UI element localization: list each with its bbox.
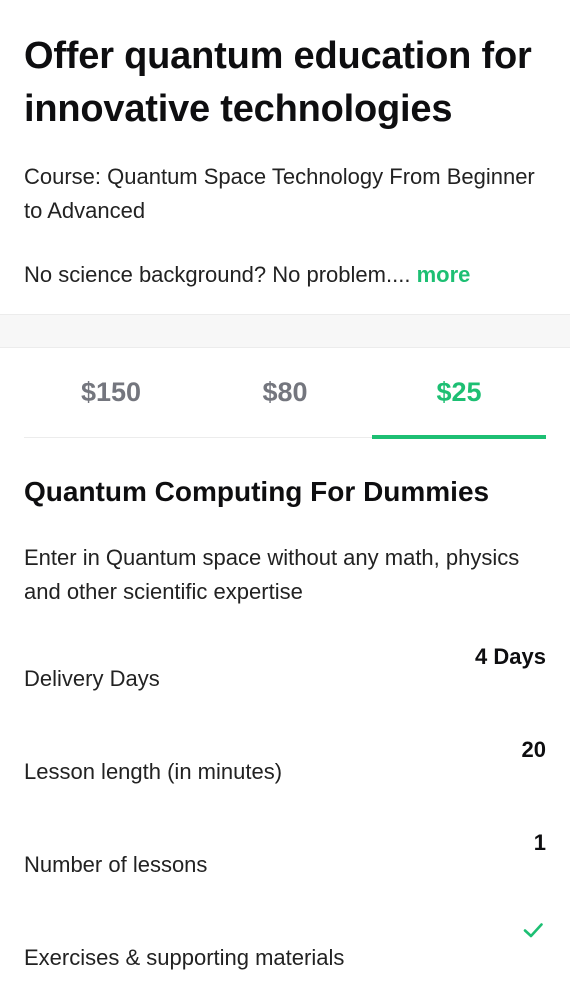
package-description: Enter in Quantum space without any math,… [24, 545, 520, 604]
tab-price-80[interactable]: $80 [198, 347, 372, 437]
gig-title: Offer quantum education for innovative t… [24, 35, 532, 130]
tab-price-25[interactable]: $25 [372, 347, 546, 439]
package-specs: Delivery Days 4 Days Lesson length (in m… [24, 632, 546, 1004]
package-details: Quantum Computing For Dummies Enter in Q… [24, 470, 546, 1004]
description-text: No science background? No problem.... [24, 262, 411, 287]
more-link[interactable]: more [417, 262, 471, 287]
package-title: Quantum Computing For Dummies [24, 476, 490, 507]
spec-delivery-days: Delivery Days 4 Days [24, 632, 546, 725]
spec-label: Number of lessons [24, 852, 208, 877]
gig-header: Offer quantum education for innovative t… [0, 0, 570, 287]
spec-number-of-lessons: Number of lessons 1 [24, 818, 546, 911]
course-subtitle: Course: Quantum Space Technology From Be… [24, 164, 535, 223]
gig-description: No science background? No problem.... mo… [24, 258, 546, 292]
section-divider [0, 314, 570, 348]
tab-price-150[interactable]: $150 [24, 347, 198, 437]
spec-label: Delivery Days [24, 666, 160, 691]
spec-label: Exercises & supporting materials [24, 945, 345, 970]
package-tabs: $150 $80 $25 [24, 347, 546, 439]
spec-value: 1 [533, 830, 546, 855]
checkmark-icon [523, 923, 543, 938]
spec-label: Lesson length (in minutes) [24, 759, 283, 784]
spec-lesson-length: Lesson length (in minutes) 20 [24, 725, 546, 818]
spec-exercises: Exercises & supporting materials [24, 911, 546, 1004]
spec-value: 4 Days [475, 644, 546, 669]
spec-value: 20 [521, 737, 546, 762]
